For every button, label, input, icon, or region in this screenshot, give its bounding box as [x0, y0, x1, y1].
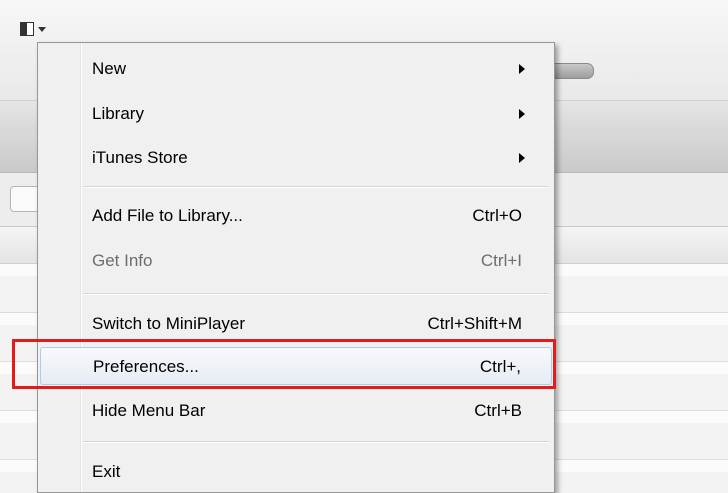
menu-separator: [83, 293, 549, 295]
submenu-arrow-icon: [519, 153, 525, 163]
menu-item-itunes-store[interactable]: iTunes Store: [40, 139, 552, 177]
menu-item-shortcut: Ctrl+I: [480, 251, 522, 270]
menu-item-label: New: [92, 59, 127, 78]
menu-item-get-info: Get Info Ctrl+I: [40, 242, 552, 280]
submenu-arrow-icon: [519, 109, 525, 119]
menu-item-label: Exit: [92, 462, 121, 481]
menu-item-exit[interactable]: Exit: [40, 453, 552, 491]
app-menu-button[interactable]: [20, 18, 56, 40]
menu-item-label: Hide Menu Bar: [92, 401, 206, 420]
menu-item-hide-menu-bar[interactable]: Hide Menu Bar Ctrl+B: [40, 392, 552, 430]
menu-item-library[interactable]: Library: [40, 95, 552, 133]
menu-separator: [83, 441, 549, 443]
menu-item-shortcut: Ctrl+B: [474, 401, 522, 420]
app-menu: New Library iTunes Store Add File to Lib…: [37, 42, 555, 493]
submenu-arrow-icon: [519, 64, 525, 74]
menu-item-new[interactable]: New: [40, 50, 552, 88]
menu-item-label: Add File to Library...: [92, 206, 243, 225]
menu-separator: [83, 186, 549, 188]
menu-item-label: Library: [92, 104, 144, 123]
menu-item-label: Switch to MiniPlayer: [92, 314, 246, 333]
menu-item-switch-to-miniplayer[interactable]: Switch to MiniPlayer Ctrl+Shift+M: [40, 305, 552, 343]
menu-item-shortcut: Ctrl+Shift+M: [427, 314, 522, 333]
menu-item-label: iTunes Store: [92, 148, 188, 167]
chevron-down-icon: [38, 26, 46, 32]
menu-item-shortcut: Ctrl+,: [479, 357, 521, 376]
menu-item-add-file[interactable]: Add File to Library... Ctrl+O: [40, 197, 552, 235]
window-menu-icon: [20, 22, 34, 36]
menu-item-preferences[interactable]: Preferences... Ctrl+,: [40, 347, 552, 385]
menu-item-shortcut: Ctrl+O: [472, 206, 522, 225]
menu-item-label: Preferences...: [93, 357, 199, 376]
menu-item-label: Get Info: [92, 251, 153, 270]
